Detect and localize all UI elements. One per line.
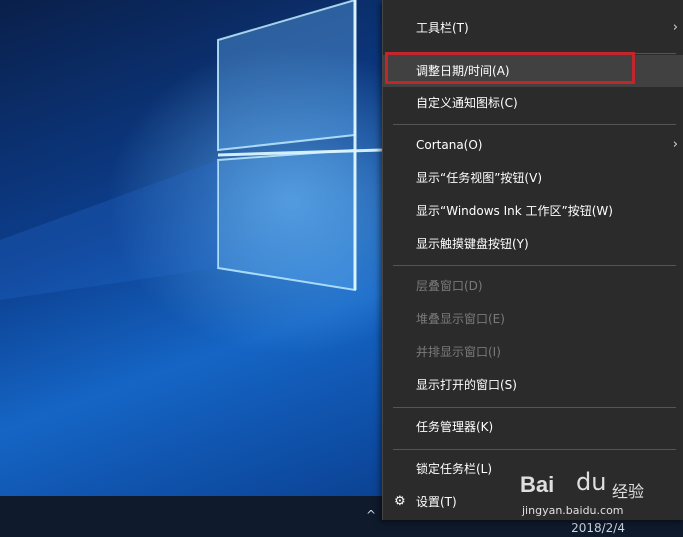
chevron-right-icon: ›: [672, 137, 678, 152]
chevron-right-icon: ›: [672, 20, 678, 35]
watermark-brand: Bai: [520, 472, 555, 497]
menu-item-label: 锁定任务栏(L): [416, 462, 493, 476]
watermark-url: jingyan.baidu.com: [522, 504, 624, 517]
menu-item-show-task-view-button[interactable]: 显示“任务视图”按钮(V): [383, 162, 683, 194]
menu-item-side-by-side-windows: 并排显示窗口(I): [383, 336, 683, 368]
menu-item-stack-windows: 堆叠显示窗口(E): [383, 303, 683, 335]
menu-item-label: 自定义通知图标(C): [416, 96, 518, 110]
menu-item-label: 并排显示窗口(I): [416, 345, 501, 359]
menu-item-label: 显示“任务视图”按钮(V): [416, 171, 543, 185]
menu-separator: [393, 265, 676, 266]
baidu-jingyan-watermark: Bai du 经验 jingyan.baidu.com: [520, 468, 680, 528]
menu-item-label: 显示打开的窗口(S): [416, 378, 517, 392]
menu-item-show-touch-keyboard-button[interactable]: 显示触摸键盘按钮(Y): [383, 228, 683, 260]
paw-icon: du: [576, 468, 607, 496]
watermark-jingyan: 经验: [612, 482, 645, 501]
tray-overflow-icon[interactable]: ^: [366, 508, 376, 522]
menu-item-customize-notification-icons[interactable]: 自定义通知图标(C): [383, 87, 683, 119]
menu-separator: [393, 124, 676, 125]
menu-item-label: 堆叠显示窗口(E): [416, 312, 505, 326]
menu-item-label: 显示触摸键盘按钮(Y): [416, 237, 529, 251]
menu-item-show-desktop[interactable]: 显示打开的窗口(S): [383, 369, 683, 401]
gear-icon: ⚙: [394, 494, 406, 509]
menu-item-label: 工具栏(T): [416, 21, 469, 35]
menu-item-show-windows-ink-button[interactable]: 显示“Windows Ink 工作区”按钮(W): [383, 195, 683, 227]
highlight-annotation-box: [385, 52, 635, 84]
menu-item-cascade-windows: 层叠窗口(D): [383, 270, 683, 302]
menu-item-label: 显示“Windows Ink 工作区”按钮(W): [416, 204, 613, 218]
menu-item-cortana[interactable]: Cortana(O) ›: [383, 129, 683, 161]
menu-item-toolbars[interactable]: 工具栏(T) ›: [383, 12, 683, 44]
menu-item-label: Cortana(O): [416, 138, 483, 152]
menu-item-task-manager[interactable]: 任务管理器(K): [383, 411, 683, 443]
menu-separator: [393, 407, 676, 408]
menu-item-label: 任务管理器(K): [416, 420, 494, 434]
menu-separator: [393, 449, 676, 450]
menu-item-label: 设置(T): [416, 495, 457, 509]
menu-item-label: 层叠窗口(D): [416, 279, 483, 293]
